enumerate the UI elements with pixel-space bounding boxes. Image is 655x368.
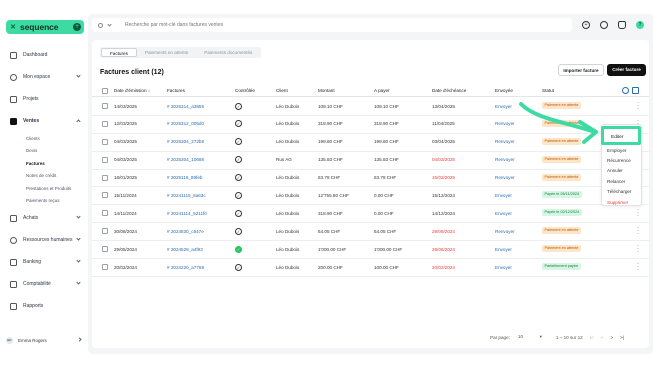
app-window: ✕ sequence + Dashboard Mon espace Projet…: [0, 0, 655, 368]
annotation-arrow-icon: [519, 102, 598, 144]
